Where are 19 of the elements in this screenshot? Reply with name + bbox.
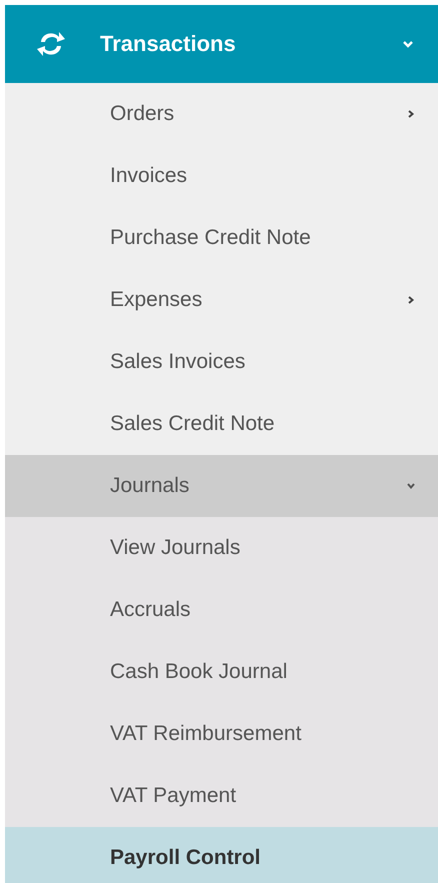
menu-item[interactable]: Sales Credit Note (5, 393, 438, 455)
submenu-item[interactable]: Payroll Control (5, 827, 438, 883)
menu-item[interactable]: Journals (5, 455, 438, 517)
menu-item[interactable]: Orders (5, 83, 438, 145)
menu-header[interactable]: Transactions (5, 5, 438, 83)
menu-item[interactable]: Purchase Credit Note (5, 207, 438, 269)
submenu-item[interactable]: Accruals (5, 579, 438, 641)
chevron-right-icon (406, 295, 416, 305)
chevron-right-icon (406, 109, 416, 119)
submenu-item[interactable]: VAT Payment (5, 765, 438, 827)
submenu-item[interactable]: View Journals (5, 517, 438, 579)
submenu-item[interactable]: VAT Reimbursement (5, 703, 438, 765)
chevron-down-icon (402, 38, 414, 50)
chevron-down-icon (406, 481, 416, 491)
menu-item[interactable]: Invoices (5, 145, 438, 207)
menu-item[interactable]: Sales Invoices (5, 331, 438, 393)
menu-item[interactable]: Expenses (5, 269, 438, 331)
menu-title: Transactions (100, 31, 237, 57)
submenu-item[interactable]: Cash Book Journal (5, 641, 438, 703)
